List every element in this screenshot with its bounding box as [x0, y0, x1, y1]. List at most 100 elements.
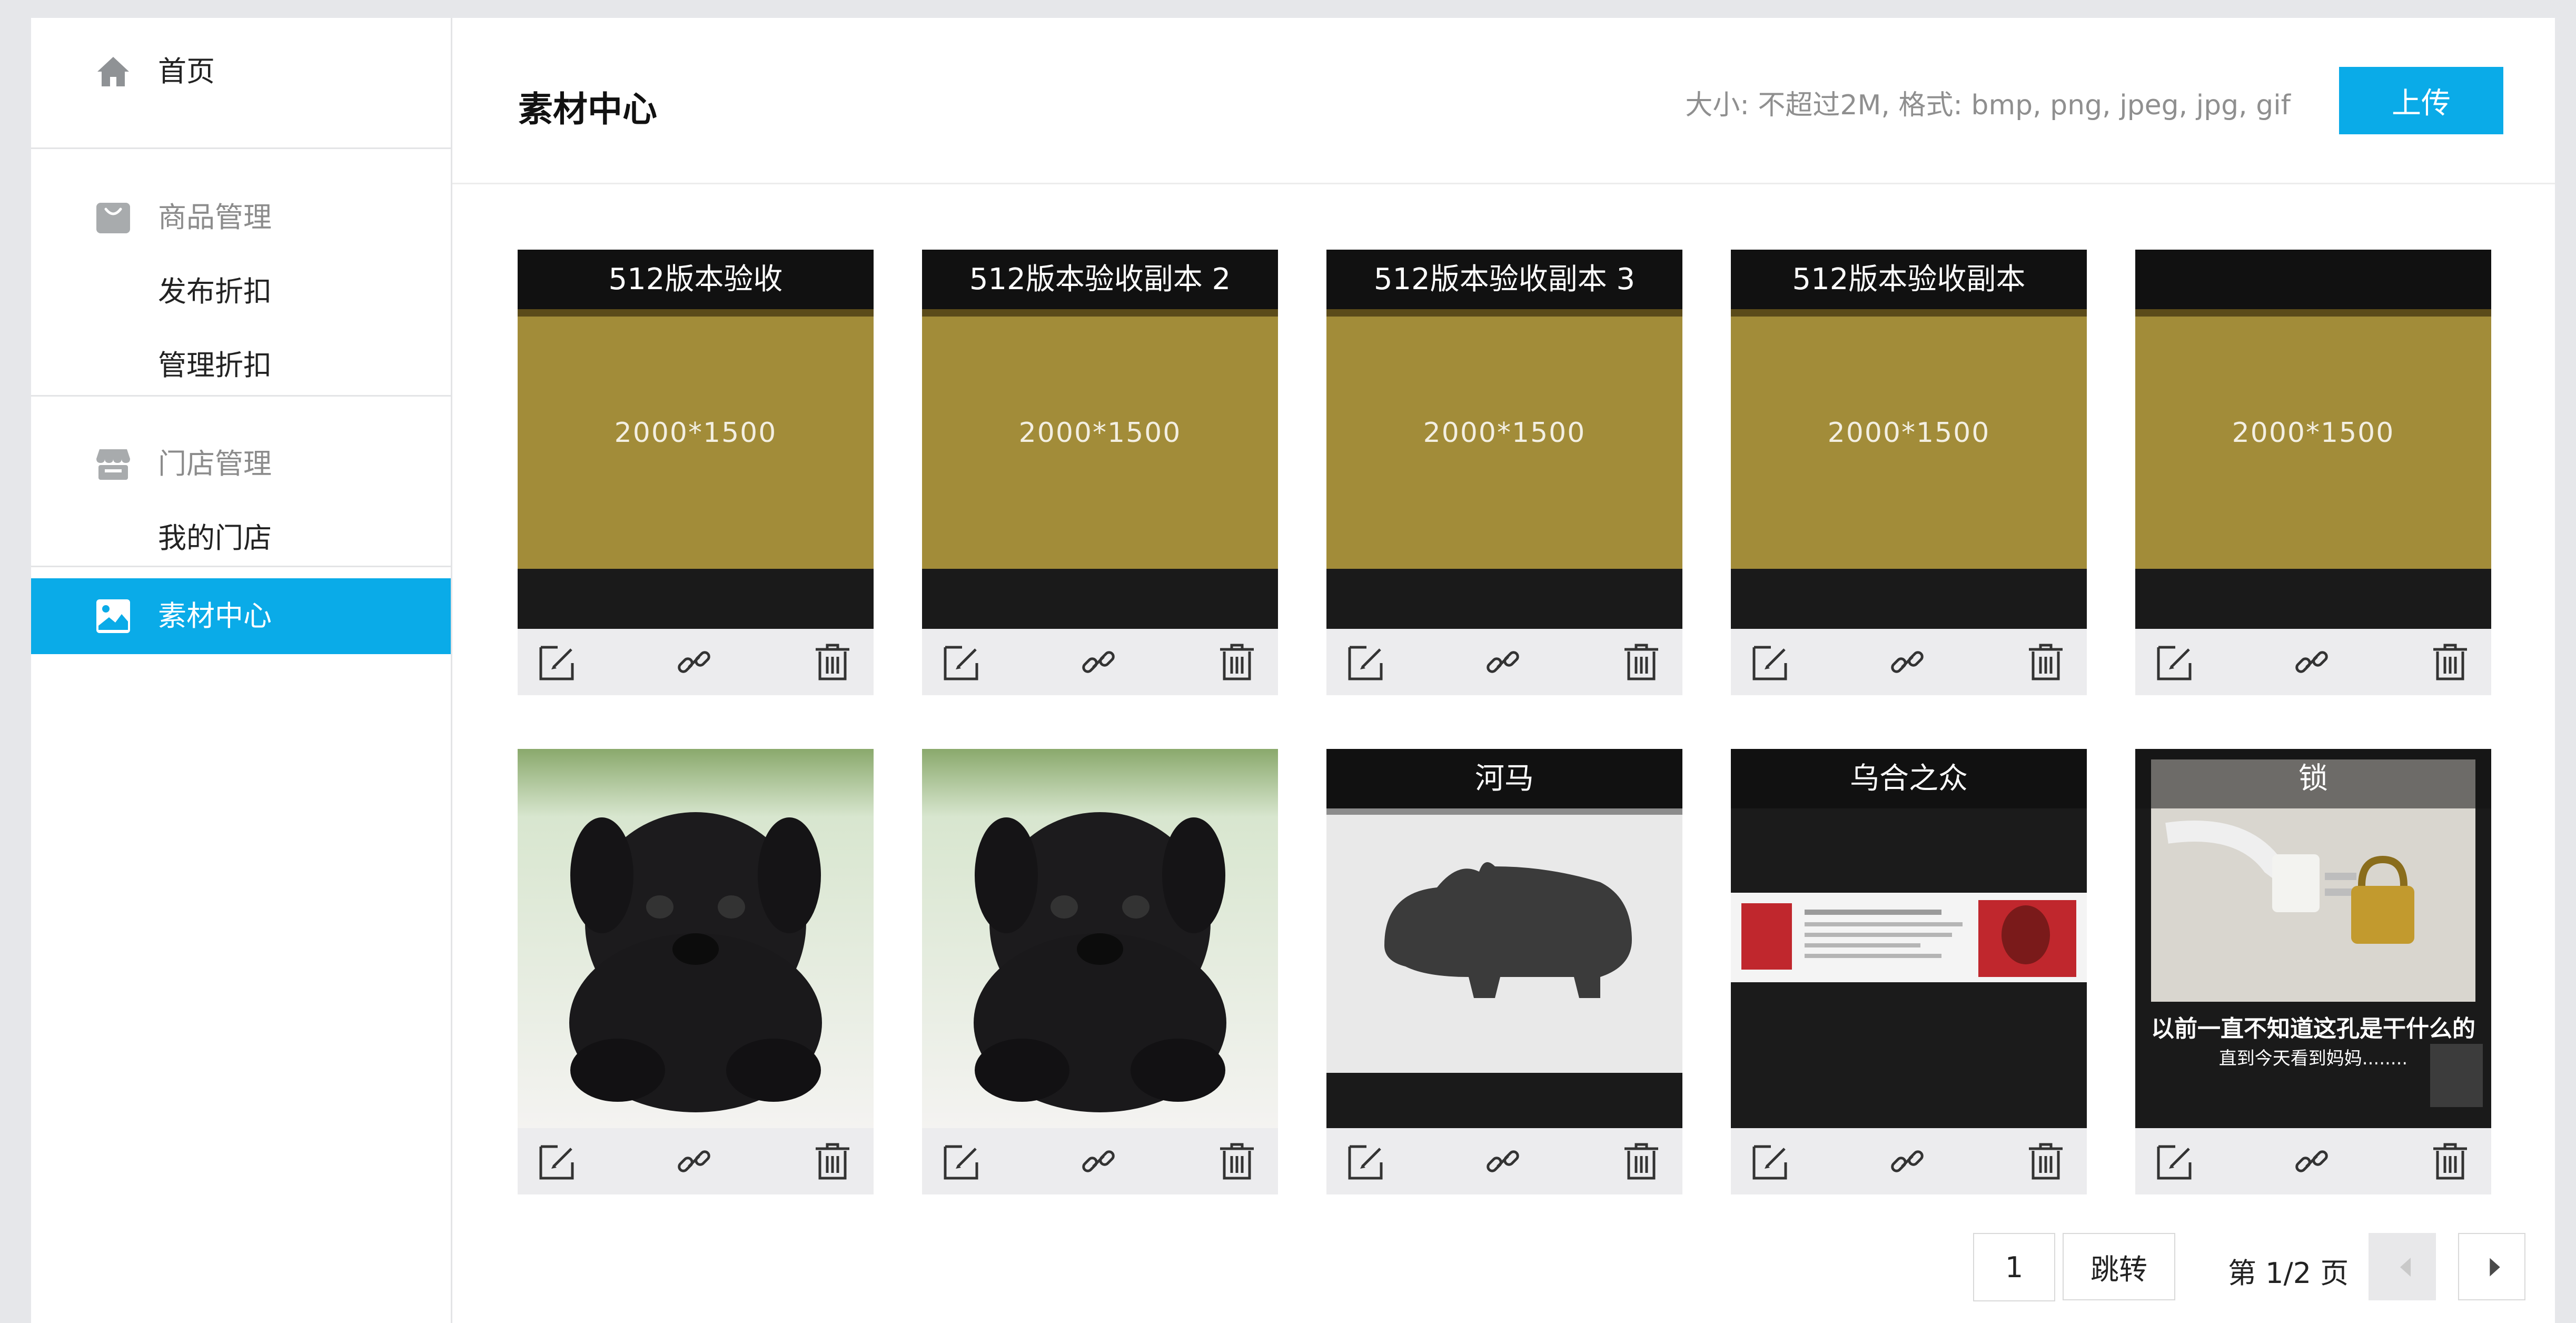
sidebar-item-label: 发布折扣: [158, 275, 272, 308]
card-toolbar: [922, 1128, 1278, 1194]
sidebar-item-label: 管理折扣: [158, 349, 272, 382]
material-name: 512版本验收副本 2: [922, 250, 1278, 309]
jump-button[interactable]: 跳转: [2063, 1233, 2175, 1300]
edit-icon[interactable]: [538, 1141, 578, 1181]
link-icon[interactable]: [1483, 642, 1523, 682]
material-card[interactable]: 512版本验收副本 2 2000*1500: [922, 250, 1278, 695]
link-icon[interactable]: [2292, 642, 2332, 682]
thumbnail-bottom-band: [1326, 569, 1682, 629]
link-icon[interactable]: [674, 1141, 714, 1181]
material-name: 锁: [2135, 749, 2491, 808]
material-thumbnail[interactable]: 河马: [1326, 749, 1682, 1128]
material-thumbnail[interactable]: 512版本验收 2000*1500: [518, 250, 874, 629]
link-icon[interactable]: [1887, 642, 1927, 682]
material-name: [2135, 250, 2491, 309]
thumbnail-bottom-band: [922, 569, 1278, 629]
trash-icon[interactable]: [2430, 642, 2470, 682]
sidebar-group-goods[interactable]: 商品管理: [31, 180, 451, 255]
sidebar-item-label: 素材中心: [158, 599, 272, 633]
sidebar-item-manage-discount[interactable]: 管理折扣: [31, 328, 451, 403]
material-card[interactable]: 河马: [1326, 749, 1682, 1194]
trash-icon[interactable]: [2026, 642, 2066, 682]
material-thumbnail[interactable]: 512版本验收副本 3 2000*1500: [1326, 250, 1682, 629]
material-thumbnail[interactable]: 2000*1500: [2135, 250, 2491, 629]
trash-icon[interactable]: [1621, 642, 1661, 682]
material-grid: 512版本验收 2000*1500 512版本验收副本 2 2000*1500 …: [518, 250, 2533, 1219]
sidebar-divider: [31, 147, 451, 149]
placeholder-image: 2000*1500: [922, 309, 1278, 569]
edit-icon[interactable]: [1751, 1141, 1791, 1181]
card-toolbar: [1326, 1128, 1682, 1194]
card-toolbar: [518, 1128, 874, 1194]
card-toolbar: [1731, 629, 2087, 695]
material-card[interactable]: 锁 以前一直不知道这孔是干什么的 直到今天看到妈妈........: [2135, 749, 2491, 1194]
edit-icon[interactable]: [1346, 1141, 1386, 1181]
edit-icon[interactable]: [2155, 642, 2195, 682]
material-card[interactable]: 2000*1500: [2135, 250, 2491, 695]
pagination: 跳转 第 1/2 页: [1973, 1233, 2533, 1301]
material-thumbnail[interactable]: 512版本验收副本 2000*1500: [1731, 250, 2087, 629]
edit-icon[interactable]: [942, 1141, 982, 1181]
meme-caption-line2: 直到今天看到妈妈........: [2218, 1048, 2408, 1069]
sidebar-divider: [31, 566, 451, 567]
material-thumbnail[interactable]: [922, 749, 1278, 1128]
link-icon[interactable]: [2292, 1141, 2332, 1181]
sidebar-item-home[interactable]: 首页: [31, 34, 451, 110]
trash-icon[interactable]: [813, 1141, 853, 1181]
prev-page-button[interactable]: [2369, 1233, 2436, 1300]
sidebar-group-store[interactable]: 门店管理: [31, 426, 451, 502]
trash-icon[interactable]: [1217, 642, 1257, 682]
material-card[interactable]: 512版本验收 2000*1500: [518, 250, 874, 695]
business-card-image: [1731, 808, 2087, 1128]
page-title: 素材中心: [518, 89, 657, 130]
image-icon: [96, 599, 130, 633]
sidebar-item-label: 首页: [158, 55, 215, 88]
placeholder-image: 2000*1500: [1731, 309, 2087, 569]
material-thumbnail[interactable]: 512版本验收副本 2 2000*1500: [922, 250, 1278, 629]
edit-icon[interactable]: [538, 642, 578, 682]
material-card[interactable]: 512版本验收副本 2000*1500: [1731, 250, 2087, 695]
edit-icon[interactable]: [1751, 642, 1791, 682]
link-icon[interactable]: [1887, 1141, 1927, 1181]
link-icon[interactable]: [1078, 642, 1118, 682]
trash-icon[interactable]: [813, 642, 853, 682]
material-card[interactable]: 乌合之众: [1731, 749, 2087, 1194]
material-name: 512版本验收副本: [1731, 250, 2087, 309]
edit-icon[interactable]: [942, 642, 982, 682]
material-thumbnail[interactable]: 锁 以前一直不知道这孔是干什么的 直到今天看到妈妈........: [2135, 749, 2491, 1128]
placeholder-image: 2000*1500: [518, 309, 874, 569]
upload-button[interactable]: 上传: [2339, 67, 2503, 134]
link-icon[interactable]: [674, 642, 714, 682]
trash-icon[interactable]: [1621, 1141, 1661, 1181]
placeholder-image: 2000*1500: [2135, 309, 2491, 569]
trash-icon[interactable]: [2430, 1141, 2470, 1181]
link-icon[interactable]: [1483, 1141, 1523, 1181]
chevron-right-icon: [2490, 1258, 2500, 1277]
page-info: 第 1/2 页: [2228, 1257, 2349, 1290]
card-toolbar: [518, 629, 874, 695]
chevron-left-icon: [2400, 1258, 2411, 1277]
sidebar-group-label: 门店管理: [158, 447, 272, 480]
sidebar: 首页 商品管理 发布折扣 管理折扣 门店管理 我的门店 素材中心: [31, 18, 452, 1323]
material-name: 河马: [1326, 749, 1682, 808]
next-page-button[interactable]: [2458, 1233, 2525, 1300]
edit-icon[interactable]: [1346, 642, 1386, 682]
link-icon[interactable]: [1078, 1141, 1118, 1181]
material-card[interactable]: [922, 749, 1278, 1194]
trash-icon[interactable]: [2026, 1141, 2066, 1181]
thumbnail-bottom-band: [1731, 569, 2087, 629]
placeholder-image: 2000*1500: [1326, 309, 1682, 569]
page-number-input[interactable]: [1973, 1233, 2055, 1301]
sidebar-item-material-center[interactable]: 素材中心: [31, 578, 451, 654]
material-name: 512版本验收副本 3: [1326, 250, 1682, 309]
card-toolbar: [922, 629, 1278, 695]
trash-icon[interactable]: [1217, 1141, 1257, 1181]
sidebar-item-my-store[interactable]: 我的门店: [31, 500, 451, 576]
material-thumbnail[interactable]: 乌合之众: [1731, 749, 2087, 1128]
material-card[interactable]: 512版本验收副本 3 2000*1500: [1326, 250, 1682, 695]
thumbnail-bottom-band: [518, 569, 874, 629]
material-thumbnail[interactable]: [518, 749, 874, 1128]
edit-icon[interactable]: [2155, 1141, 2195, 1181]
material-card[interactable]: [518, 749, 874, 1194]
sidebar-item-publish-discount[interactable]: 发布折扣: [31, 254, 451, 330]
